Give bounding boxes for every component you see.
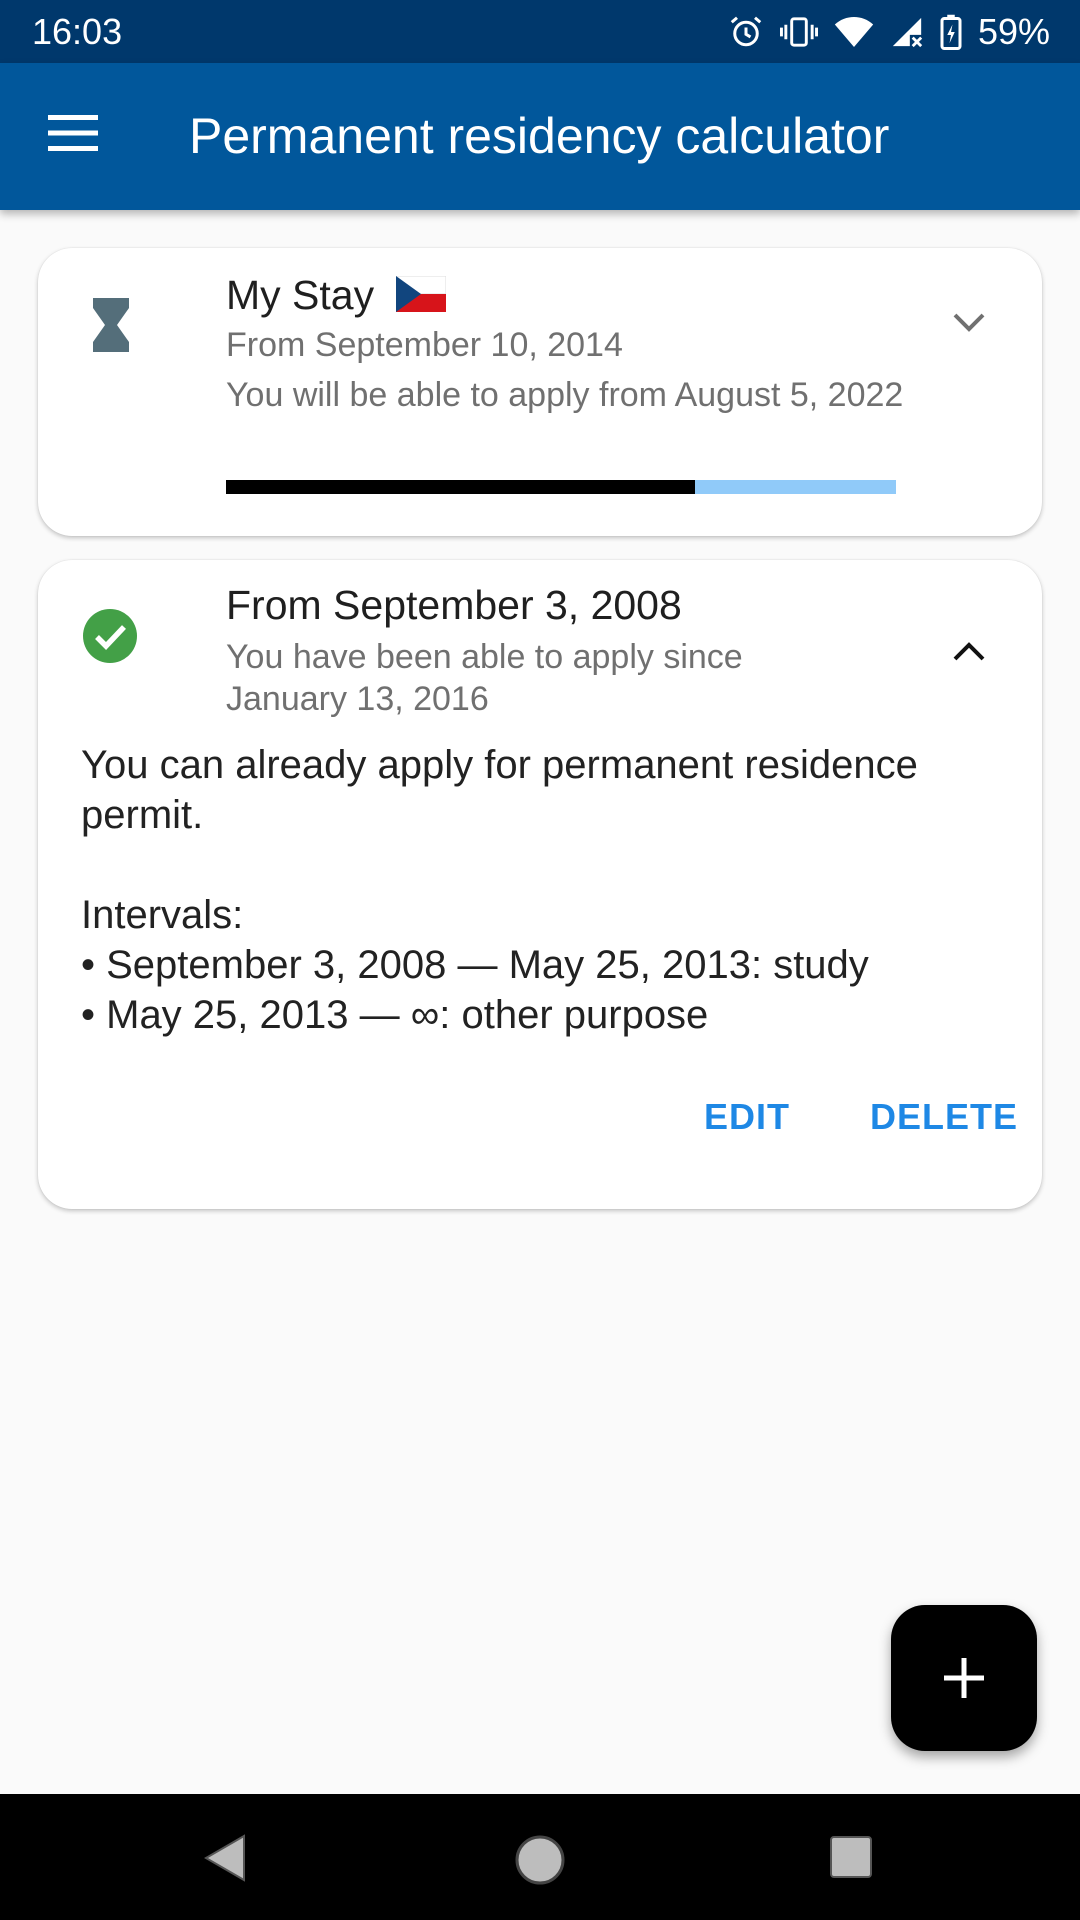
plus-icon bbox=[944, 1658, 984, 1698]
czech-flag-icon bbox=[395, 276, 446, 313]
add-stay-button[interactable] bbox=[891, 1605, 1037, 1751]
stay-apply-message: You will be able to apply from August 5,… bbox=[226, 376, 904, 414]
status-icons: 59% bbox=[728, 11, 1050, 53]
stay-card[interactable]: My Stay From September 10, 2014 You will… bbox=[38, 248, 1042, 536]
hourglass-icon bbox=[93, 298, 129, 352]
chevron-down-icon[interactable] bbox=[952, 312, 986, 334]
chevron-up-icon[interactable] bbox=[952, 640, 986, 662]
stay-title: My Stay bbox=[226, 272, 446, 319]
stay-card-expanded[interactable]: From September 3, 2008 You have been abl… bbox=[38, 560, 1042, 1209]
app-bar: Permanent residency calculator bbox=[0, 63, 1080, 210]
check-circle-icon bbox=[83, 609, 137, 663]
status-bar: 16:03 59% bbox=[0, 0, 1080, 63]
battery-charging-icon bbox=[940, 14, 962, 50]
hamburger-menu-icon[interactable] bbox=[48, 113, 98, 153]
interval-item: • September 3, 2008 — May 25, 2013: stud… bbox=[81, 943, 869, 987]
stay-progress-bar bbox=[226, 480, 896, 494]
signal-icon bbox=[892, 17, 923, 47]
stay-progress-fill bbox=[226, 480, 695, 494]
recents-icon[interactable] bbox=[830, 1836, 872, 1878]
alarm-icon bbox=[730, 16, 762, 46]
vibrate-icon bbox=[779, 16, 818, 47]
stay-title: From September 3, 2008 bbox=[226, 582, 682, 628]
delete-button[interactable]: DELETE bbox=[870, 1096, 1018, 1138]
detail-text: You can already apply for permanent resi… bbox=[81, 743, 918, 837]
stay-detail: You can already apply for permanent resi… bbox=[81, 740, 981, 1040]
intervals-label: Intervals: bbox=[81, 893, 244, 937]
stay-title-text: My Stay bbox=[226, 272, 375, 318]
home-icon[interactable] bbox=[514, 1834, 566, 1886]
navigation-bar bbox=[0, 1794, 1080, 1920]
app-title: Permanent residency calculator bbox=[189, 108, 890, 164]
battery-percent: 59% bbox=[977, 10, 1050, 52]
back-icon[interactable] bbox=[202, 1834, 246, 1882]
edit-button[interactable]: EDIT bbox=[704, 1096, 790, 1138]
status-time: 16:03 bbox=[32, 10, 123, 52]
stay-from-date: From September 10, 2014 bbox=[226, 326, 623, 364]
stay-apply-message: You have been able to apply since Januar… bbox=[226, 638, 743, 718]
wifi-icon bbox=[834, 16, 874, 47]
interval-item: • May 25, 2013 — ∞: other purpose bbox=[81, 993, 709, 1037]
